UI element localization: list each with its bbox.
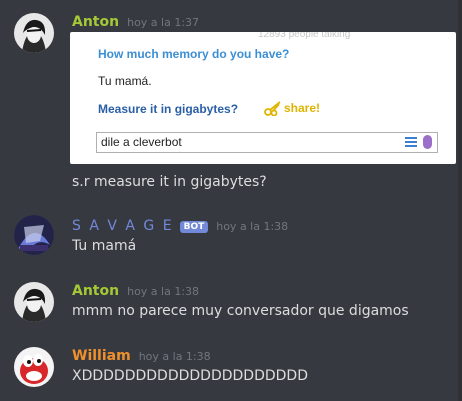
message-header: S A V A G E BOT hoy a la 1:38 [72, 218, 288, 234]
message-header: Anton hoy a la 1:38 [72, 283, 199, 299]
measure-link[interactable]: Measure it in gigabytes? [98, 102, 238, 116]
username[interactable]: William [72, 348, 131, 364]
user-avatar-icon [14, 282, 54, 322]
avatar[interactable] [14, 347, 54, 387]
people-talking-text: 12893 people talking [258, 32, 351, 40]
share-button[interactable]: share! [264, 100, 320, 116]
timestamp: hoy a la 1:38 [216, 220, 289, 233]
bot-avatar-icon [14, 215, 54, 255]
message-header: William hoy a la 1:38 [72, 348, 211, 364]
message-text: mmm no parece muy conversador que digamo… [72, 303, 409, 319]
username[interactable]: Anton [72, 14, 119, 30]
bot-answer: Tu mamá. [98, 74, 152, 88]
cleverbot-input[interactable]: dile a cleverbot [96, 132, 438, 153]
scrollbar-track[interactable] [458, 0, 462, 401]
yoshi-avatar-icon [14, 347, 54, 387]
cleverbot-input-value: dile a cleverbot [101, 135, 182, 149]
message-text: Tu mamá [72, 238, 137, 254]
avatar[interactable] [14, 282, 54, 322]
share-label: share! [284, 101, 321, 115]
bot-question: How much memory do you have? [98, 47, 290, 61]
timestamp: hoy a la 1:38 [138, 350, 211, 363]
menu-icon[interactable] [405, 137, 417, 148]
user-avatar-icon [14, 13, 54, 53]
message-text: s.r measure it in gigabytes? [72, 174, 267, 190]
timestamp: hoy a la 1:37 [127, 16, 200, 29]
username[interactable]: Anton [72, 283, 119, 299]
message-header: Anton hoy a la 1:37 [72, 14, 199, 30]
avatar[interactable] [14, 215, 54, 255]
timestamp: hoy a la 1:38 [127, 285, 200, 298]
bot-badge: BOT [179, 221, 209, 233]
avatar[interactable] [14, 13, 54, 53]
cleverbot-screenshot-embed[interactable]: 12893 people talking How much memory do … [70, 32, 456, 164]
username[interactable]: S A V A G E [72, 218, 174, 234]
scissors-icon [264, 101, 281, 116]
message-text: XDDDDDDDDDDDDDDDDDDDDD [72, 368, 308, 384]
microphone-icon[interactable] [423, 135, 432, 149]
